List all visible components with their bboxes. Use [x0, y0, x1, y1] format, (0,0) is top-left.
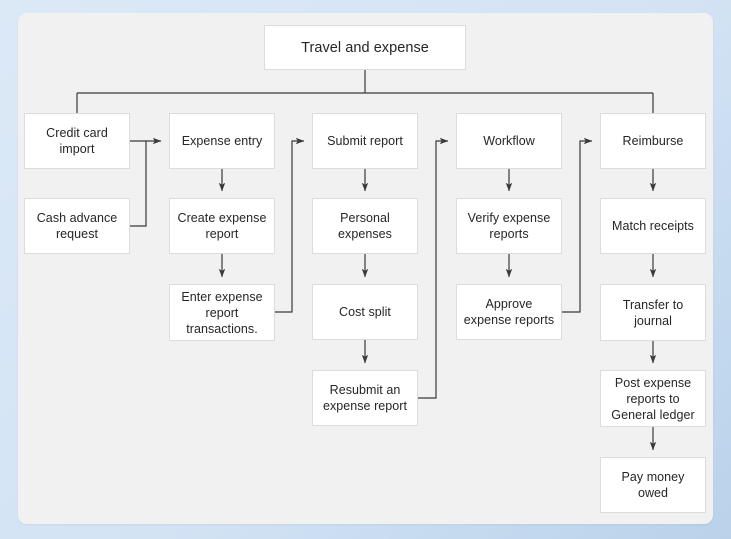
node-submit-report[interactable]: Submit report — [312, 113, 418, 169]
node-resubmit-an-expense-report[interactable]: Resubmit an expense report — [312, 370, 418, 426]
node-approve-expense-reports[interactable]: Approve expense reports — [456, 284, 562, 340]
node-reimburse[interactable]: Reimburse — [600, 113, 706, 169]
connector-layer — [76, 70, 657, 451]
node-personal-expenses[interactable]: Personal expenses — [312, 198, 418, 254]
node-create-expense-report[interactable]: Create expense report — [169, 198, 275, 254]
node-cash-advance-request[interactable]: Cash advance request — [24, 198, 130, 254]
node-credit-card-import[interactable]: Credit card import — [24, 113, 130, 169]
node-expense-entry[interactable]: Expense entry — [169, 113, 275, 169]
connector-resubmit-to-workflow — [418, 137, 449, 399]
connector-approve-to-reimburse — [562, 137, 593, 313]
connector-cash-advance-to-expense-entry — [130, 141, 147, 227]
node-travel-and-expense[interactable]: Travel and expense — [264, 25, 466, 70]
node-transfer-to-journal[interactable]: Transfer to journal — [600, 284, 706, 341]
node-cost-split[interactable]: Cost split — [312, 284, 418, 340]
connector-enter-transactions-to-submit-report — [275, 137, 305, 313]
node-match-receipts[interactable]: Match receipts — [600, 198, 706, 254]
node-enter-expense-report-transactions[interactable]: Enter expense report transactions. — [169, 284, 275, 341]
node-workflow[interactable]: Workflow — [456, 113, 562, 169]
diagram-panel: Travel and expense Credit card import Cash… — [18, 13, 713, 524]
node-pay-money-owed[interactable]: Pay money owed — [600, 457, 706, 513]
node-verify-expense-reports[interactable]: Verify expense reports — [456, 198, 562, 254]
diagram-canvas: Travel and expense Credit card import Cash… — [0, 0, 731, 539]
node-post-expense-reports-to-general-ledger[interactable]: Post expense reports to General ledger — [600, 370, 706, 427]
diagram-stage: Travel and expense Credit card import Cash… — [18, 13, 713, 524]
